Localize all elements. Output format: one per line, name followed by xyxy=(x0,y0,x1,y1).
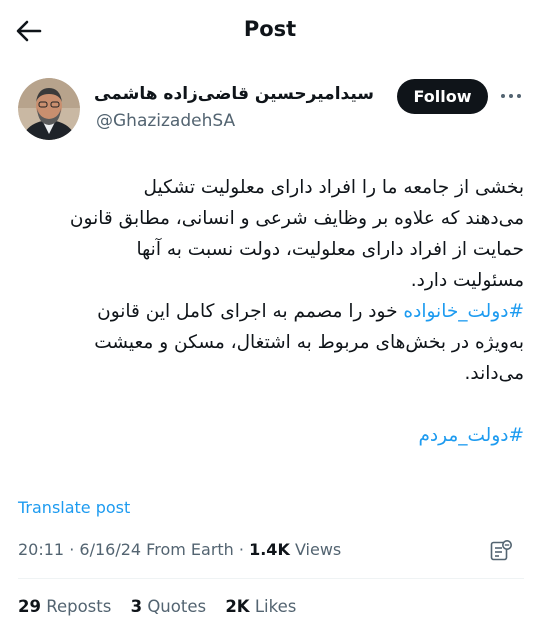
more-options-button[interactable] xyxy=(498,86,524,106)
divider xyxy=(18,578,524,579)
author-handle[interactable]: @GhazizadehSA xyxy=(96,111,235,131)
avatar-photo xyxy=(18,78,80,140)
engagement-stats: 29 Reposts 3 Quotes 2K Likes xyxy=(18,597,310,616)
post-metadata: 20:11 · 6/16/24 From Earth · 1.4K Views xyxy=(18,540,341,559)
avatar[interactable] xyxy=(18,78,80,140)
tweet-line: می‌دهند که علاوه بر وظایف شرعی و انسانی،… xyxy=(69,208,524,229)
quotes-label: Quotes xyxy=(147,597,207,616)
reposts-stat[interactable]: 29 Reposts xyxy=(18,597,111,616)
tweet-text: بخشی از جامعه ما را افراد دارای معلولیت … xyxy=(18,172,524,451)
tweet-line-text: خود را مصمم به اجرای کامل این قانون xyxy=(97,301,404,322)
meta-separator: · xyxy=(69,540,75,559)
tweet-line: مسئولیت دارد. xyxy=(410,270,524,291)
tweet-spacer xyxy=(18,389,524,420)
tweet-line: به‌ویژه در بخش‌های مربوط به اشتغال، مسکن… xyxy=(94,332,524,353)
analytics-icon xyxy=(490,540,512,561)
post-source: From Earth xyxy=(146,540,234,559)
analytics-button[interactable] xyxy=(488,538,514,564)
follow-button[interactable]: Follow xyxy=(397,79,488,114)
hashtag-link[interactable]: #دولت_خانواده xyxy=(403,301,524,322)
likes-label: Likes xyxy=(254,597,297,616)
views-label: Views xyxy=(294,540,342,559)
post-time[interactable]: 20:11 xyxy=(18,540,64,559)
tweet-line: #دولت_مردم xyxy=(18,420,524,451)
top-bar: Post xyxy=(0,0,540,62)
quotes-count: 3 xyxy=(130,597,143,616)
more-horizontal-icon xyxy=(501,94,521,98)
reposts-count: 29 xyxy=(18,597,41,616)
hashtag-link[interactable]: #دولت_مردم xyxy=(418,425,524,446)
translate-post-link[interactable]: Translate post xyxy=(18,498,130,517)
likes-count: 2K xyxy=(225,597,250,616)
reposts-label: Reposts xyxy=(46,597,112,616)
tweet-line: بخشی از جامعه ما را افراد دارای معلولیت … xyxy=(143,177,524,198)
meta-separator: · xyxy=(238,540,244,559)
tweet-line: می‌داند. xyxy=(464,363,524,384)
likes-stat[interactable]: 2K Likes xyxy=(225,597,296,616)
page-title: Post xyxy=(243,17,297,41)
author-name[interactable]: سیدامیرحسین قاضی‌زاده هاشمی xyxy=(94,84,374,104)
tweet-line: حمایت از افراد دارای معلولیت، دولت نسبت … xyxy=(136,239,524,260)
tweet-line: #دولت_خانواده خود را مصمم به اجرای کامل … xyxy=(18,296,524,327)
post-date[interactable]: 6/16/24 xyxy=(79,540,141,559)
views-count: 1.4K xyxy=(249,540,290,559)
quotes-stat[interactable]: 3 Quotes xyxy=(131,597,207,616)
